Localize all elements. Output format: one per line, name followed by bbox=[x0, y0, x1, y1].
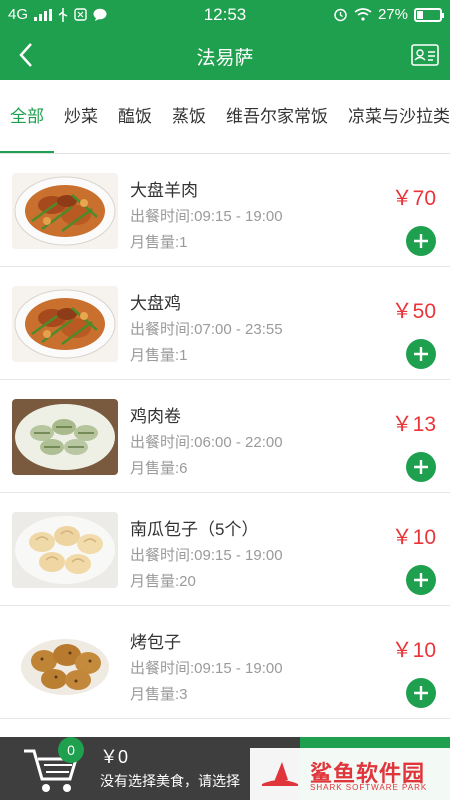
shark-logo-icon bbox=[260, 758, 300, 788]
category-tabs: 全部 炒菜 醢饭 蒸饭 维吾尔家常饭 凉菜与沙拉类 bbox=[0, 80, 450, 154]
dish-price: ￥70 bbox=[391, 187, 436, 210]
cart-count-badge: 0 bbox=[58, 737, 84, 763]
plus-icon bbox=[414, 234, 428, 248]
dish-image bbox=[12, 512, 118, 588]
status-right: 27% bbox=[333, 6, 444, 23]
plus-icon bbox=[414, 347, 428, 361]
dish-price: ￥10 bbox=[391, 526, 436, 549]
dish-item[interactable]: 南瓜包子（5个） 出餐时间:09:15 - 19:00 月售量:20 ￥10 bbox=[0, 493, 450, 606]
status-bar: 4G 12:53 27% bbox=[0, 0, 450, 30]
id-card-icon bbox=[411, 44, 439, 66]
battery-fill bbox=[417, 10, 423, 19]
add-to-cart-button[interactable] bbox=[406, 565, 436, 595]
tab-all[interactable]: 全部 bbox=[0, 80, 54, 153]
cart-total: ￥0 bbox=[100, 747, 129, 767]
dish-list: 大盘羊肉 出餐时间:09:15 - 19:00 月售量:1 ￥70 大盘鸡 出餐… bbox=[0, 154, 450, 719]
dish-price: ￥10 bbox=[391, 639, 436, 662]
page-title: 法易萨 bbox=[196, 48, 254, 69]
dish-name: 鸡肉卷 bbox=[130, 407, 181, 426]
dish-price: ￥13 bbox=[391, 413, 436, 436]
dish-serving-time: 出餐时间:09:15 - 19:00 bbox=[130, 660, 283, 677]
dish-name: 大盘羊肉 bbox=[130, 181, 198, 200]
dish-price: ￥50 bbox=[391, 300, 436, 323]
dish-image bbox=[12, 286, 118, 362]
battery-percent: 27% bbox=[377, 6, 408, 23]
plus-icon bbox=[414, 573, 428, 587]
alarm-icon bbox=[333, 7, 348, 22]
dish-name: 南瓜包子（5个） bbox=[130, 520, 259, 539]
dish-monthly-sales: 月售量:3 bbox=[130, 686, 188, 703]
watermark: 鲨鱼软件园 SHARK SOFTWARE PARK bbox=[250, 748, 450, 800]
watermark-subtitle: SHARK SOFTWARE PARK bbox=[310, 783, 428, 792]
cart-hint: 没有选择美食，请选择 bbox=[100, 773, 240, 789]
battery-icon bbox=[414, 7, 444, 22]
dish-image bbox=[12, 399, 118, 475]
dish-name: 烤包子 bbox=[130, 633, 181, 652]
dish-monthly-sales: 月售量:6 bbox=[130, 460, 188, 477]
wifi-icon bbox=[354, 8, 372, 21]
tab-stir-fry[interactable]: 炒菜 bbox=[54, 80, 108, 153]
dish-item[interactable]: 大盘鸡 出餐时间:07:00 - 23:55 月售量:1 ￥50 bbox=[0, 267, 450, 380]
dish-serving-time: 出餐时间:09:15 - 19:00 bbox=[130, 547, 283, 564]
add-to-cart-button[interactable] bbox=[406, 452, 436, 482]
dish-item[interactable]: 烤包子 出餐时间:09:15 - 19:00 月售量:3 ￥10 bbox=[0, 606, 450, 719]
app-header: 法易萨 bbox=[0, 30, 450, 80]
dish-image bbox=[12, 625, 118, 701]
add-to-cart-button[interactable] bbox=[406, 339, 436, 369]
dish-monthly-sales: 月售量:1 bbox=[130, 234, 188, 251]
dish-image bbox=[12, 173, 118, 249]
dish-item[interactable]: 大盘羊肉 出餐时间:09:15 - 19:00 月售量:1 ￥70 bbox=[0, 154, 450, 267]
merchant-info-button[interactable] bbox=[410, 42, 440, 68]
tab-cold-salad[interactable]: 凉菜与沙拉类 bbox=[338, 80, 450, 153]
plus-icon bbox=[414, 686, 428, 700]
dish-name: 大盘鸡 bbox=[130, 294, 181, 313]
dish-serving-time: 出餐时间:09:15 - 19:00 bbox=[130, 208, 283, 225]
tab-uyghur-home[interactable]: 维吾尔家常饭 bbox=[216, 80, 338, 153]
tab-rice-sauce[interactable]: 醢饭 bbox=[108, 80, 162, 153]
add-to-cart-button[interactable] bbox=[406, 226, 436, 256]
dish-monthly-sales: 月售量:1 bbox=[130, 347, 188, 364]
dish-item[interactable]: 鸡肉卷 出餐时间:06:00 - 22:00 月售量:6 ￥13 bbox=[0, 380, 450, 493]
tab-steamed-rice[interactable]: 蒸饭 bbox=[162, 80, 216, 153]
dish-serving-time: 出餐时间:06:00 - 22:00 bbox=[130, 434, 283, 451]
plus-icon bbox=[414, 460, 428, 474]
dish-serving-time: 出餐时间:07:00 - 23:55 bbox=[130, 321, 283, 338]
add-to-cart-button[interactable] bbox=[406, 678, 436, 708]
dish-monthly-sales: 月售量:20 bbox=[130, 573, 196, 590]
